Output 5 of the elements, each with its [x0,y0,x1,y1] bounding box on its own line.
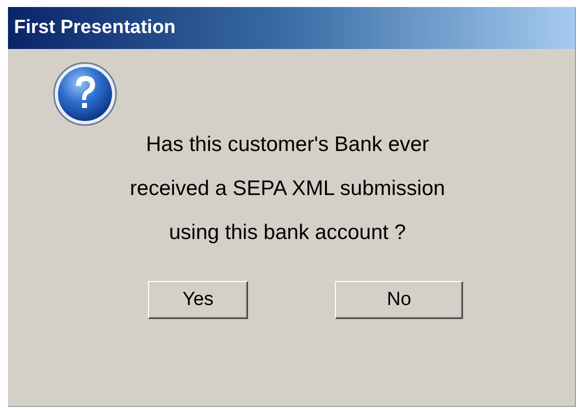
yes-button[interactable]: Yes [148,281,248,319]
question-icon [52,61,118,127]
window-title: First Presentation [14,17,176,39]
no-button[interactable]: No [335,281,463,319]
question-message: Has this customer's Bank ever received a SEPA XML submission using this bank account ? [128,132,446,246]
